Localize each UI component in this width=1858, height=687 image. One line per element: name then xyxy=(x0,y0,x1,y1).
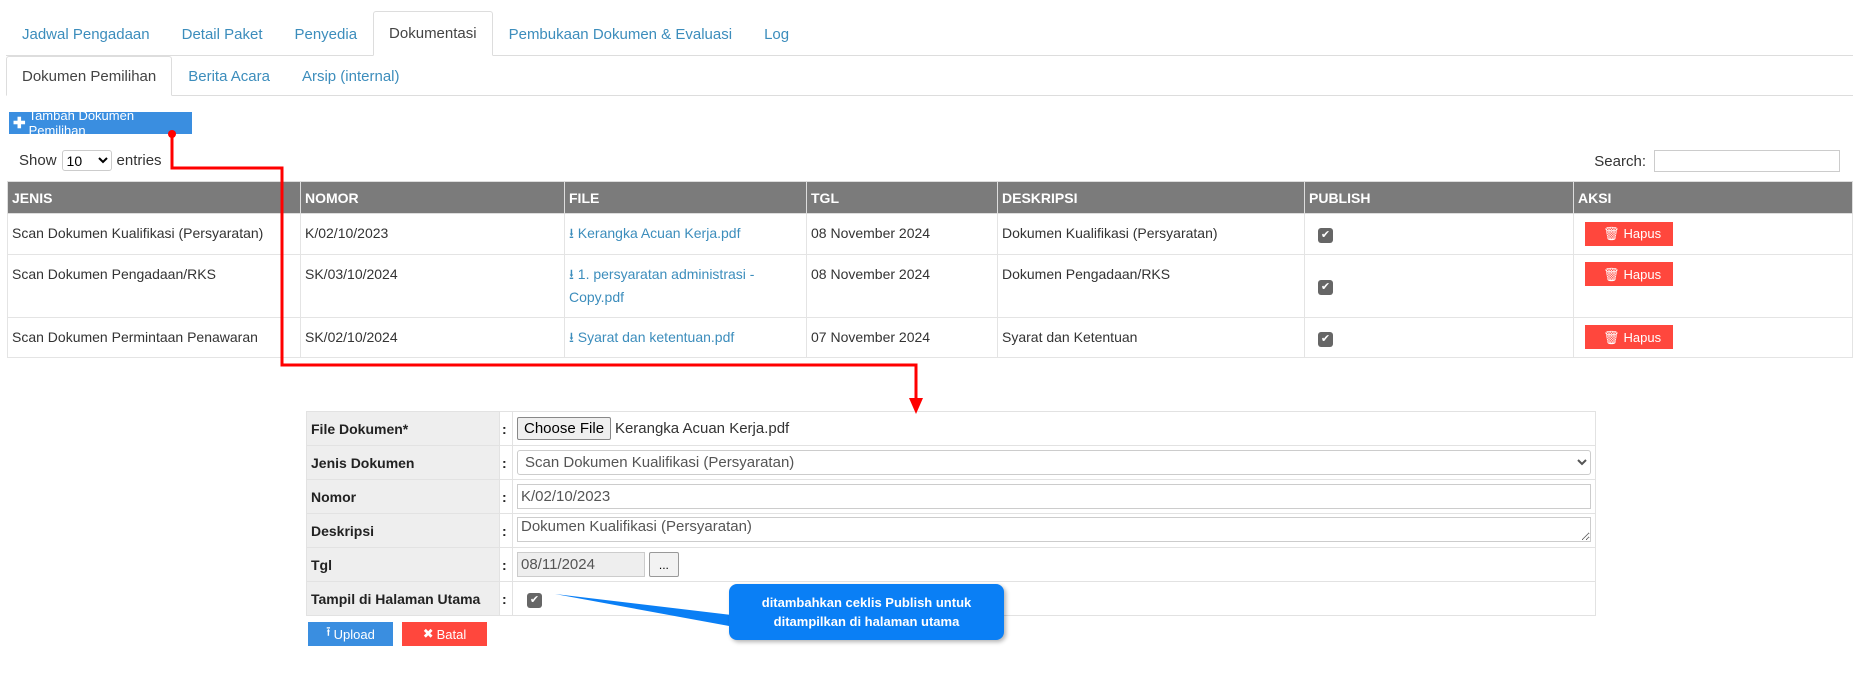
choose-file-button[interactable]: Choose File xyxy=(517,417,612,440)
tgl-input[interactable] xyxy=(517,551,645,577)
file-link[interactable]: ⭳ Syarat dan ketentuan.pdf xyxy=(569,329,734,345)
entries-length: Show 10 entries xyxy=(19,150,162,171)
search-label: Search: xyxy=(1594,152,1646,170)
upload-button[interactable]: ⭱ Upload xyxy=(308,622,393,646)
header-jenis[interactable]: JENIS xyxy=(7,181,301,214)
tab-detail-paket[interactable]: Detail Paket xyxy=(166,11,279,56)
tampil-checkbox[interactable]: ✔ xyxy=(527,592,542,608)
upload-icon: ⭱ xyxy=(326,624,331,639)
nomor-input[interactable] xyxy=(517,484,1591,509)
file-name: Syarat dan ketentuan.pdf xyxy=(577,328,735,345)
deskripsi-textarea[interactable]: Dokumen Kualifikasi (Persyaratan) xyxy=(517,516,1591,542)
close-icon: ✖ xyxy=(422,626,434,641)
cancel-label: Batal xyxy=(436,626,467,642)
entries-label: entries xyxy=(116,152,162,169)
colon: : xyxy=(499,479,513,514)
publish-checkbox[interactable]: ✔ xyxy=(1318,228,1333,243)
table-header: JENIS NOMOR FILE TGL DESKRIPSI PUBLISH A… xyxy=(7,181,1853,214)
cell-deskripsi: Syarat dan Ketentuan xyxy=(997,316,1305,358)
tab-jadwal-pengadaan[interactable]: Jadwal Pengadaan xyxy=(6,11,166,56)
tab-arsip[interactable]: Arsip (internal) xyxy=(286,56,416,96)
search-box: Search: xyxy=(1594,150,1840,172)
colon: : xyxy=(499,581,513,616)
download-icon: ⭳ xyxy=(569,328,574,345)
delete-label: Hapus xyxy=(1623,266,1662,282)
cell-jenis: Scan Dokumen Permintaan Penawaran xyxy=(7,316,301,358)
callout-note: ditambahkan ceklis Publish untuk ditampi… xyxy=(729,584,1004,640)
jenis-select[interactable]: Scan Dokumen Kualifikasi (Persyaratan) xyxy=(517,450,1591,475)
file-name: Kerangka Acuan Kerja.pdf xyxy=(614,420,790,437)
download-icon: ⭳ xyxy=(569,225,574,241)
tab-log[interactable]: Log xyxy=(748,11,805,56)
table-row: Scan Dokumen Permintaan Penawaran SK/02/… xyxy=(7,316,1853,358)
cell-jenis: Scan Dokumen Kualifikasi (Persyaratan) xyxy=(7,213,301,255)
tab-dokumen-pemilihan[interactable]: Dokumen Pemilihan xyxy=(6,56,173,96)
cell-nomor: K/02/10/2023 xyxy=(300,213,565,255)
add-button-label: Tambah Dokumen Pemilihan xyxy=(28,108,135,138)
table-row: Scan Dokumen Pengadaan/RKS SK/03/10/2024… xyxy=(7,253,1853,318)
header-tgl[interactable]: TGL xyxy=(806,181,998,214)
delete-button[interactable]: 🗑 Hapus xyxy=(1585,262,1674,286)
file-name: 1. persyaratan administrasi - Copy.pdf xyxy=(569,265,755,305)
publish-checkbox[interactable]: ✔ xyxy=(1318,280,1333,295)
trash-icon: 🗑 xyxy=(1603,266,1620,282)
cell-tgl: 07 November 2024 xyxy=(806,316,998,358)
cancel-button[interactable]: ✖ Batal xyxy=(402,622,487,646)
tgl-label: Tgl xyxy=(306,547,500,582)
header-publish[interactable]: PUBLISH xyxy=(1304,181,1574,214)
colon: : xyxy=(499,547,513,582)
search-input[interactable] xyxy=(1654,150,1840,172)
sub-tabs: Dokumen Pemilihan Berita Acara Arsip (in… xyxy=(6,56,1853,96)
cell-tgl: 08 November 2024 xyxy=(806,253,998,318)
delete-label: Hapus xyxy=(1623,226,1662,241)
plus-icon: ✚ xyxy=(13,115,26,132)
colon: : xyxy=(499,445,513,480)
add-document-button[interactable]: ✚ Tambah Dokumen Pemilihan xyxy=(9,108,192,138)
delete-button[interactable]: 🗑 Hapus xyxy=(1585,221,1674,246)
colon: : xyxy=(499,513,513,548)
documents-table: JENIS NOMOR FILE TGL DESKRIPSI PUBLISH A… xyxy=(7,181,1853,358)
delete-label: Hapus xyxy=(1623,329,1662,345)
header-aksi[interactable]: AKSI xyxy=(1573,181,1853,214)
header-file[interactable]: FILE xyxy=(564,181,807,214)
cell-tgl: 08 November 2024 xyxy=(806,213,998,255)
tab-dokumentasi[interactable]: Dokumentasi xyxy=(373,11,493,56)
date-picker-button[interactable]: ... xyxy=(648,552,679,578)
deskripsi-label: Deskripsi xyxy=(306,513,500,548)
tampil-label: Tampil di Halaman Utama xyxy=(306,581,500,616)
download-icon: ⭳ xyxy=(569,265,574,282)
delete-button[interactable]: 🗑 Hapus xyxy=(1585,325,1674,349)
file-label: File Dokumen* xyxy=(306,411,500,446)
nomor-label: Nomor xyxy=(306,479,500,514)
table-row: Scan Dokumen Kualifikasi (Persyaratan) K… xyxy=(7,213,1853,255)
header-deskripsi[interactable]: DESKRIPSI xyxy=(997,181,1305,214)
file-link[interactable]: ⭳ 1. persyaratan administrasi - Copy.pdf xyxy=(569,266,754,305)
entries-select[interactable]: 10 xyxy=(61,150,112,171)
jenis-label: Jenis Dokumen xyxy=(306,445,500,480)
cell-deskripsi: Dokumen Kualifikasi (Persyaratan) xyxy=(997,213,1305,255)
cell-nomor: SK/02/10/2024 xyxy=(300,316,565,358)
cell-deskripsi: Dokumen Pengadaan/RKS xyxy=(997,253,1305,318)
publish-checkbox[interactable]: ✔ xyxy=(1318,331,1333,347)
show-label: Show xyxy=(19,152,57,169)
tab-berita-acara[interactable]: Berita Acara xyxy=(172,56,286,96)
upload-label: Upload xyxy=(333,626,375,642)
tab-penyedia[interactable]: Penyedia xyxy=(278,11,373,56)
tab-pembukaan-dokumen[interactable]: Pembukaan Dokumen & Evaluasi xyxy=(493,11,748,56)
cell-jenis: Scan Dokumen Pengadaan/RKS xyxy=(7,253,301,318)
cell-nomor: SK/03/10/2024 xyxy=(300,253,565,318)
file-name: Kerangka Acuan Kerja.pdf xyxy=(577,225,741,241)
trash-icon: 🗑 xyxy=(1603,329,1620,345)
colon: : xyxy=(499,411,513,446)
main-tabs: Jadwal Pengadaan Detail Paket Penyedia D… xyxy=(6,11,1853,56)
file-link[interactable]: ⭳ Kerangka Acuan Kerja.pdf xyxy=(569,225,740,241)
header-nomor[interactable]: NOMOR xyxy=(300,181,565,214)
trash-icon: 🗑 xyxy=(1603,226,1620,241)
